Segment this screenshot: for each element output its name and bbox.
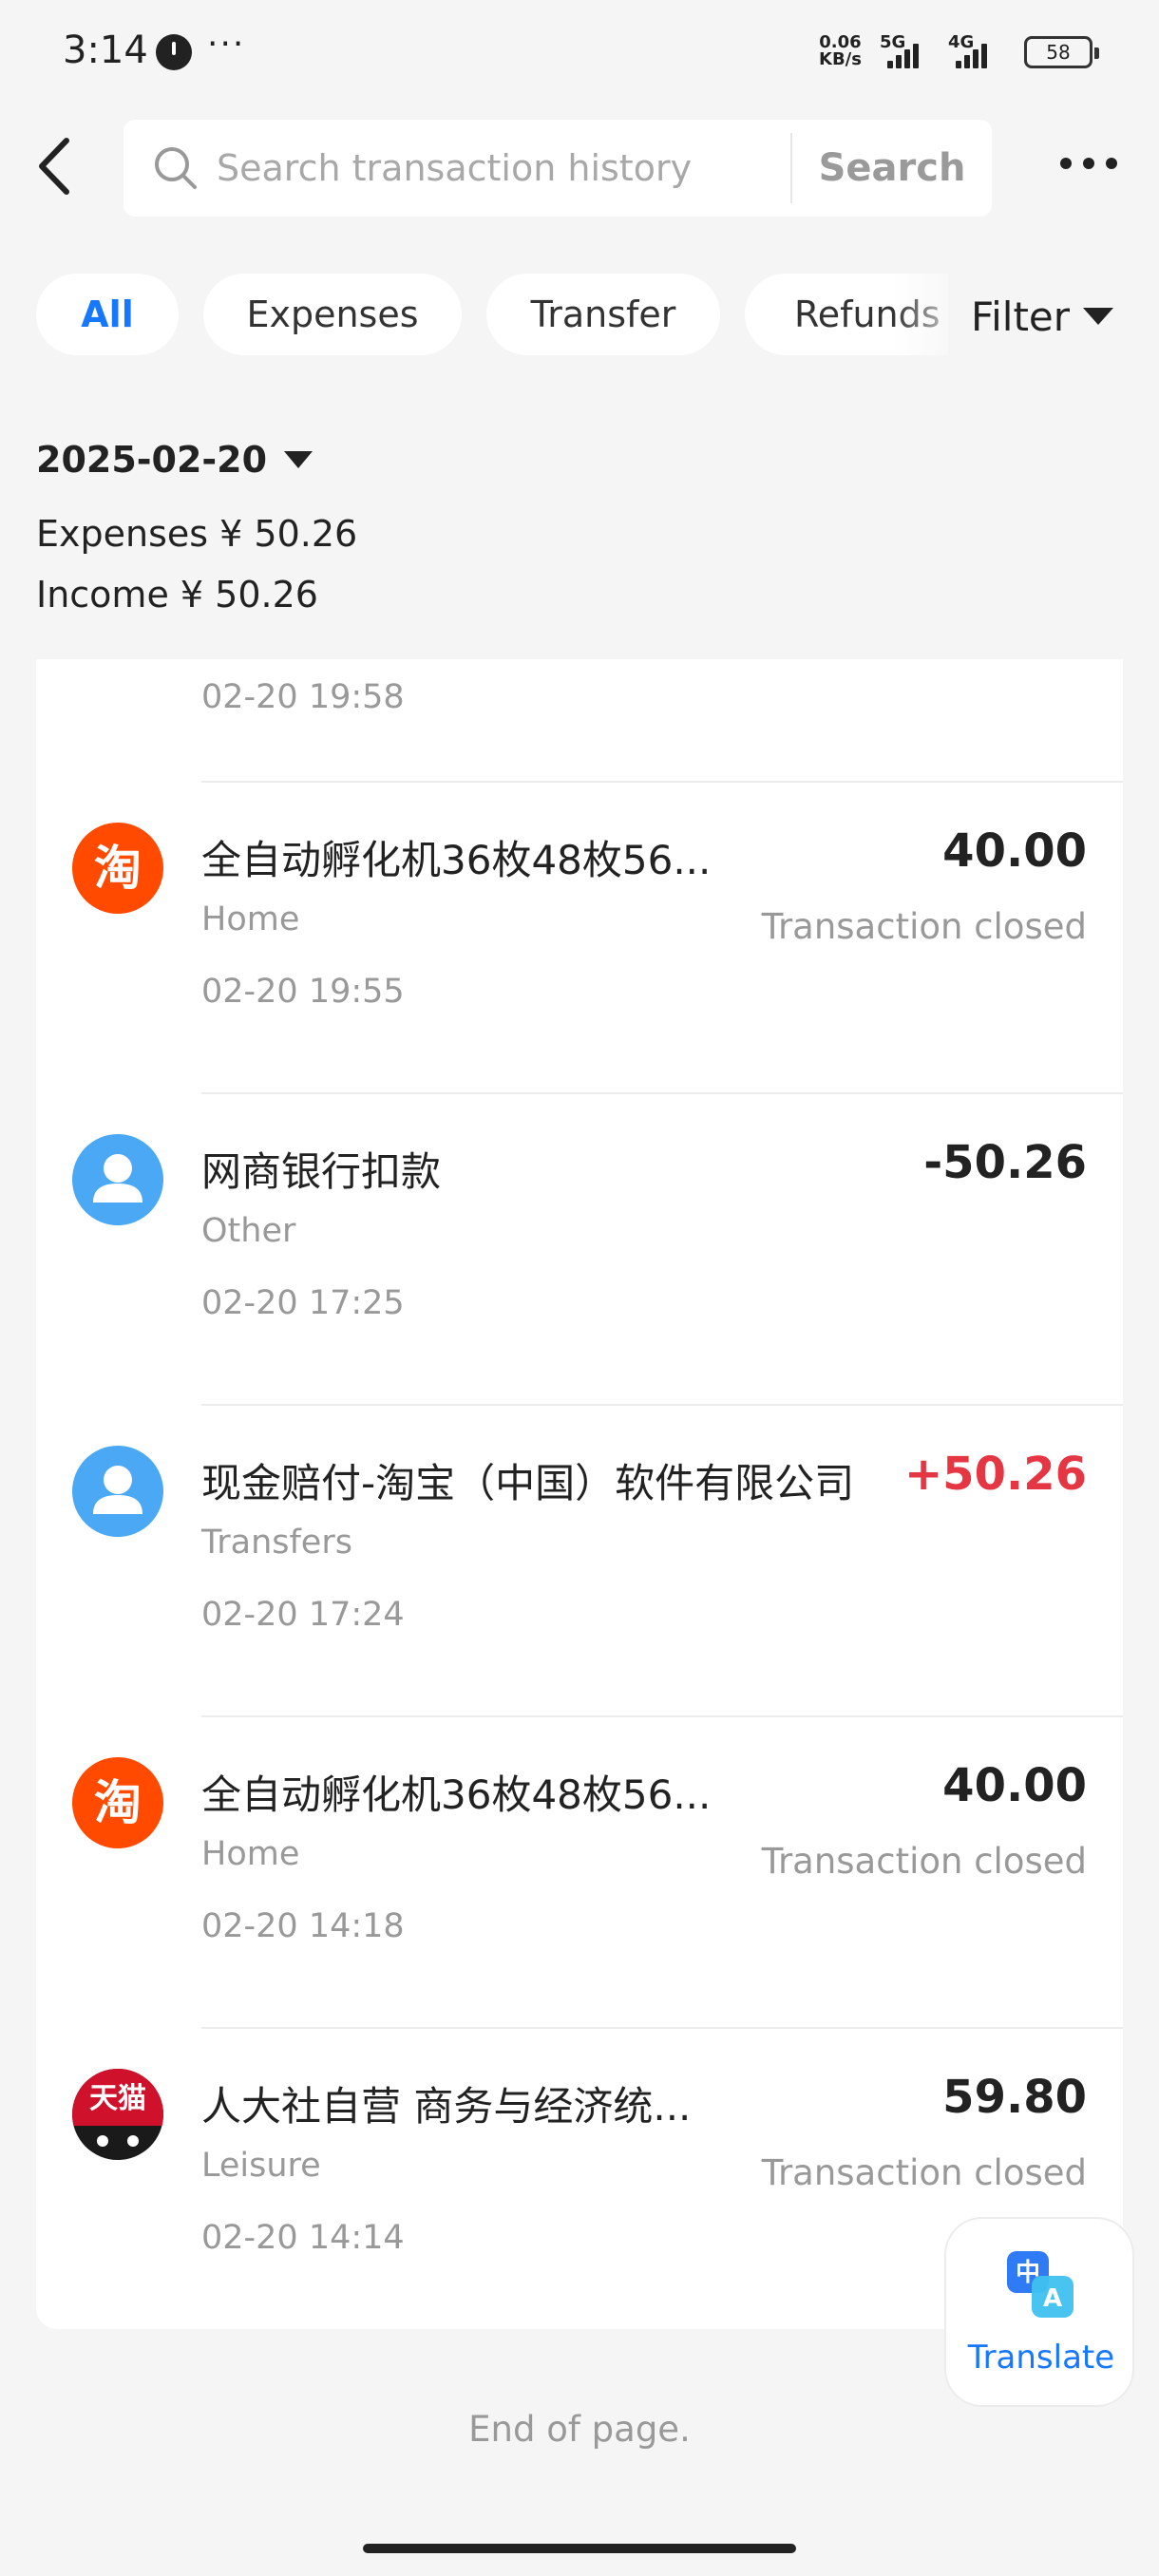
tmall-icon: 天猫 xyxy=(72,2069,163,2160)
transaction-title: 全自动孵化机36枚48枚56... xyxy=(201,1771,712,1818)
transaction-title: 现金赔付-淘宝（中国）软件有限公司 xyxy=(201,1460,855,1506)
transaction-amount: 40.00 xyxy=(942,824,1087,878)
tab-expenses[interactable]: Expenses xyxy=(203,274,462,355)
more-dot-icon xyxy=(1106,158,1117,169)
caret-down-icon xyxy=(1083,308,1114,325)
network-speed-unit: KB/s xyxy=(819,49,862,69)
clock-icon xyxy=(156,34,192,70)
battery-level: 58 xyxy=(1046,41,1071,64)
translate-icon: 中 A xyxy=(1007,2251,1074,2318)
transaction-amount: 59.80 xyxy=(942,2071,1087,2124)
taobao-icon: 淘 xyxy=(72,1757,163,1848)
date-selector[interactable]: 2025-02-20 xyxy=(36,439,314,481)
search-icon xyxy=(155,147,197,189)
transaction-time: 02-20 17:24 xyxy=(201,1596,405,1634)
caret-down-icon xyxy=(284,451,314,468)
signal-4g-icon xyxy=(956,42,987,68)
transaction-status: Transaction closed xyxy=(761,1841,1087,1882)
transaction-status: Transaction closed xyxy=(761,2152,1087,2193)
transaction-history-page: 3:14 ··· 0.06 KB/s 5G 4G 58 Search trans… xyxy=(0,0,1159,2576)
search-button[interactable]: Search xyxy=(792,120,992,217)
transaction-category: Leisure xyxy=(201,2147,321,2185)
transaction-category: Transfers xyxy=(201,1524,352,1562)
tmall-eye xyxy=(97,2135,108,2147)
transaction-title: 全自动孵化机36枚48枚56... xyxy=(201,837,712,883)
status-more-icon: ··· xyxy=(207,25,246,64)
tab-all[interactable]: All xyxy=(36,274,179,355)
tmall-logo-text: 天猫 xyxy=(72,2069,163,2126)
transaction-time: 02-20 14:14 xyxy=(201,2219,405,2257)
transaction-status: Transaction closed xyxy=(761,906,1087,947)
tab-transfer[interactable]: Transfer xyxy=(486,274,720,355)
tabs-fade xyxy=(893,266,969,365)
transaction-row[interactable]: 淘 全自动孵化机36枚48枚56... Home 02-20 14:18 40.… xyxy=(36,1717,1123,2027)
end-of-page-text: End of page. xyxy=(468,2409,691,2450)
expenses-total: Expenses ¥ 50.26 xyxy=(36,513,358,555)
transaction-row[interactable]: 淘 全自动孵化机36枚48枚56... Home 02-20 19:55 40.… xyxy=(36,783,1123,1092)
person-icon xyxy=(72,1134,163,1225)
transaction-list: 02-20 19:58 淘 全自动孵化机36枚48枚56... Home 02-… xyxy=(36,659,1123,2329)
battery-icon: 58 xyxy=(1024,36,1099,68)
filter-label: Filter xyxy=(971,293,1071,340)
taobao-icon: 淘 xyxy=(72,823,163,914)
status-bar: 3:14 ··· 0.06 KB/s 5G 4G 58 xyxy=(0,0,1159,104)
transaction-title: 人大社自营 商务与经济统... xyxy=(201,2083,692,2130)
transaction-title: 网商银行扣款 xyxy=(201,1148,442,1195)
transaction-row[interactable]: 网商银行扣款 Other 02-20 17:25 -50.26 xyxy=(36,1094,1123,1404)
back-button[interactable] xyxy=(28,133,86,199)
translate-label: Translate xyxy=(967,2339,1115,2377)
transaction-amount: 40.00 xyxy=(942,1759,1087,1812)
category-tabs: All Expenses Transfer Refunds xyxy=(36,274,948,355)
person-silhouette-icon xyxy=(93,1154,142,1203)
chevron-left-icon xyxy=(39,138,69,195)
translate-button[interactable]: 中 A Translate xyxy=(944,2217,1134,2407)
date-label: 2025-02-20 xyxy=(36,439,268,481)
transaction-row[interactable]: 02-20 19:58 xyxy=(36,659,1123,781)
transaction-time: 02-20 14:18 xyxy=(201,1907,405,1945)
person-icon xyxy=(72,1446,163,1537)
transaction-time: 02-20 19:58 xyxy=(201,678,405,716)
home-indicator[interactable] xyxy=(363,2544,796,2553)
transaction-amount: +50.26 xyxy=(903,1448,1087,1501)
signal-5g-icon xyxy=(887,42,919,68)
transaction-time: 02-20 17:25 xyxy=(201,1284,405,1322)
more-options-button[interactable] xyxy=(1060,158,1117,169)
status-time: 3:14 xyxy=(63,28,148,72)
svg-text:A: A xyxy=(1043,2284,1062,2313)
more-dot-icon xyxy=(1060,158,1072,169)
search-bar: Search xyxy=(124,120,992,217)
income-total: Income ¥ 50.26 xyxy=(36,574,318,616)
transaction-category: Other xyxy=(201,1212,296,1250)
transaction-category: Home xyxy=(201,900,300,938)
person-silhouette-icon xyxy=(93,1466,142,1514)
network-speed: 0.06 KB/s xyxy=(819,34,862,68)
transaction-time: 02-20 19:55 xyxy=(201,973,405,1011)
transaction-category: Home xyxy=(201,1835,300,1873)
transaction-amount: -50.26 xyxy=(923,1136,1087,1189)
more-dot-icon xyxy=(1083,158,1094,169)
tmall-eye xyxy=(127,2135,139,2147)
transaction-row[interactable]: 现金赔付-淘宝（中国）软件有限公司 Transfers 02-20 17:24 … xyxy=(36,1406,1123,1715)
filter-button[interactable]: Filter xyxy=(971,285,1114,348)
